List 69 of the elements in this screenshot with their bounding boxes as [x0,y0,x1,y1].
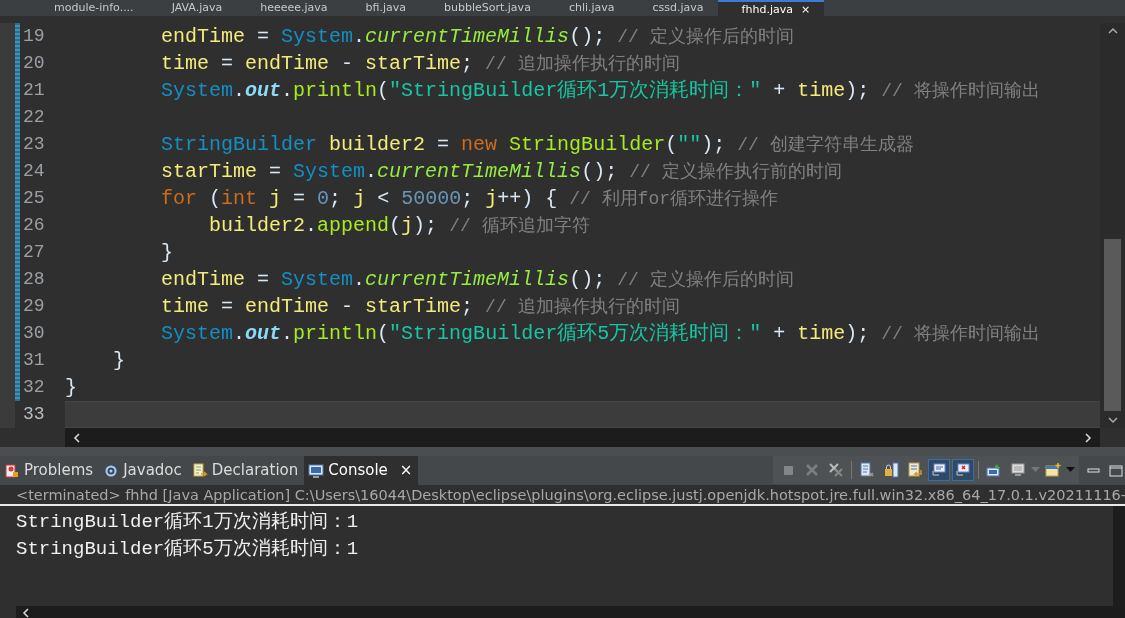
line-number: 33 [22,403,45,426]
code-line: time = endTime - starTime; // 追加操作执行的时间 [160,294,681,320]
editor-tab[interactable]: cssd.java [628,0,718,16]
code-line: } [160,240,175,266]
code-line: for (int j = 0; j < 50000; j++) { // 利用for循环进行操作 [160,186,780,212]
line-number: 24 [22,160,45,183]
line-number: 27 [22,241,45,264]
code-line: builder2.append(j); // 循环追加字符 [208,213,591,239]
line-number: 28 [22,268,45,291]
scroll-up-icon[interactable] [1107,27,1118,35]
scroll-down-icon[interactable] [1107,416,1118,424]
line-number: 26 [22,214,45,237]
console-output-line: StringBuilder循环5万次消耗时间：1 [16,537,360,562]
line-number: 30 [22,322,45,345]
code-line: time = endTime - starTime; // 追加操作执行的时间 [160,51,681,77]
code-line: StringBuilder builder2 = new StringBuilder(""); // 创建字符串生成器 [160,132,915,158]
line-number: 23 [22,133,45,156]
line-number: 31 [22,349,45,372]
new-window-icon [1045,462,1061,478]
line-number: 32 [22,376,45,399]
editor-tab[interactable]: bfi.java [341,0,421,16]
close-button[interactable]: × [800,3,811,16]
editor-tab[interactable]: fhhd.java × [717,0,825,16]
scroll-thumb[interactable] [1104,239,1121,411]
maximize-icon[interactable] [1109,464,1123,477]
close-button[interactable]: × [399,459,413,482]
document-x-icon [859,462,875,478]
code-line: } [112,348,126,374]
editor-tab[interactable]: chli.java [544,0,629,16]
vertical-scrollbar[interactable] [1113,506,1125,606]
code-line: System.out.println("StringBuilder循环1万次消耗时间：" + time); // 将操作时间输出 [160,78,1041,104]
line-number: 25 [22,187,45,210]
panel-tab[interactable]: Declaration [187,456,305,485]
double-x-icon [828,462,844,478]
panel-tab[interactable]: Problems [0,456,100,485]
scroll-left-icon[interactable] [73,432,81,443]
editor-tab[interactable]: module-info.... [30,0,148,16]
document-arrow-icon [191,462,208,479]
code-line: } [65,375,78,401]
code-line: endTime = System.currentTimeMillis(); // 定义操作后的时间 [160,24,795,50]
show-stdout-button[interactable] [928,459,950,481]
code-line: System.out.println("StringBuilder循环5万次消耗时间：" + time); // 将操作时间输出 [160,321,1041,347]
pin-icon [986,462,1002,478]
code-line: starTime = System.currentTimeMillis(); // 定义操作执行前的时间 [160,159,843,185]
close-icon [804,462,820,478]
line-number: 20 [22,52,45,75]
editor-tab[interactable]: heeeee.java [236,0,342,16]
line-number: 22 [22,106,45,129]
lock-icon [883,462,899,478]
monitor-icon [1010,462,1026,478]
line-number: 19 [22,25,45,48]
horizontal-scrollbar[interactable] [65,428,1100,447]
message-error-icon [955,462,971,478]
panel-tab[interactable]: Console × [304,456,419,485]
monitor-icon [308,462,325,479]
line-number: 21 [22,79,45,102]
vertical-scrollbar[interactable] [1100,23,1125,428]
code-line: endTime = System.currentTimeMillis(); // 定义操作后的时间 [160,267,795,293]
console-output-line: StringBuilder循环1万次消耗时间：1 [16,510,360,535]
line-number: 29 [22,295,45,318]
message-icon [931,462,947,478]
horizontal-scrollbar[interactable] [16,606,1125,618]
scroll-right-icon[interactable] [1084,432,1092,443]
editor-tab[interactable]: JAVA.java [147,0,237,16]
panel-tab[interactable]: Javadoc [99,456,188,485]
scroll-left-icon[interactable] [22,607,30,618]
editor-tab[interactable]: bubbleSort.java [420,0,545,16]
show-stderr-button[interactable] [952,459,974,481]
problems-icon [4,462,20,479]
